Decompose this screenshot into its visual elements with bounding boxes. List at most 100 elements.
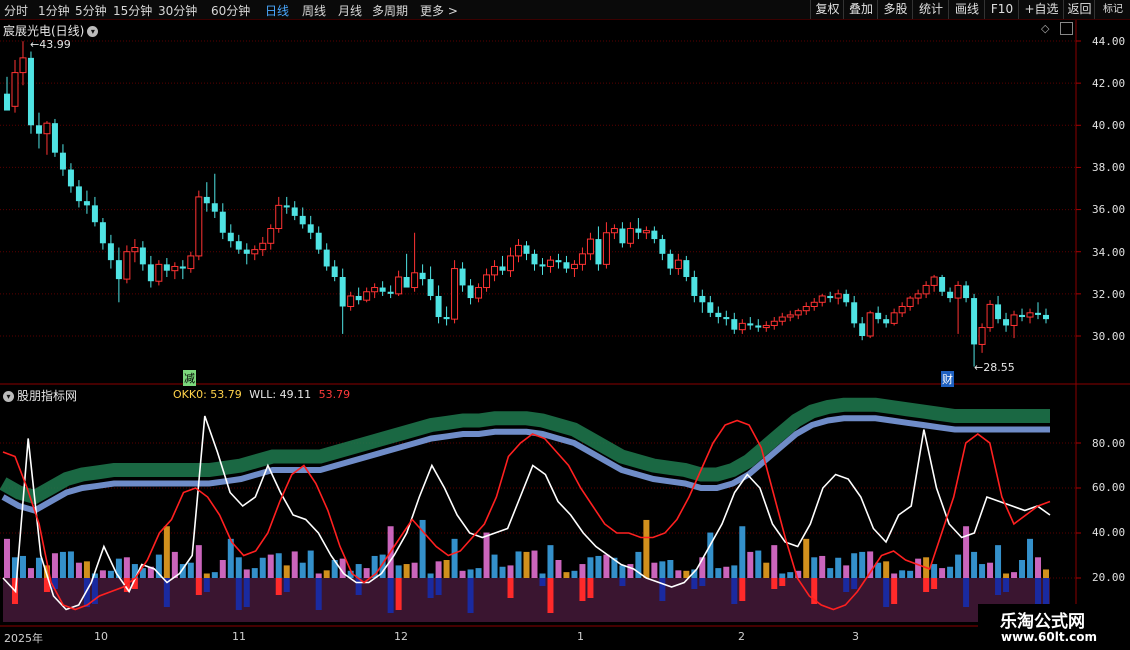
indicator-bar — [651, 562, 658, 578]
x-axis-label: 2 — [738, 630, 745, 643]
indicator-bar — [963, 526, 970, 578]
candle-body — [898, 306, 906, 314]
candle-body — [11, 72, 19, 107]
indicator-bar — [811, 557, 818, 578]
candle-body — [1010, 314, 1018, 326]
candle-body — [91, 205, 98, 223]
candle-body — [403, 277, 410, 288]
candle-body — [163, 264, 170, 271]
candle-body — [83, 201, 90, 206]
indicator-bar — [763, 562, 770, 578]
candle-body — [866, 312, 874, 337]
signal-bar — [243, 578, 250, 607]
okk-value: OKK0: 53.79 — [173, 388, 242, 401]
indicator-bar — [603, 554, 610, 578]
indicator-bar — [507, 565, 514, 578]
indicator-bar — [251, 568, 258, 578]
chart-canvas[interactable] — [0, 0, 1130, 650]
diamond-icon[interactable]: ◇ — [1041, 22, 1049, 35]
indicator-bar — [779, 573, 786, 578]
candle-body — [427, 279, 434, 296]
x-axis-label: 3 — [852, 630, 859, 643]
candle-body — [890, 312, 898, 324]
candle-body — [563, 262, 570, 269]
signal-bar — [579, 578, 586, 601]
indicator-bar — [475, 568, 482, 578]
candle-body — [195, 196, 203, 257]
indicator-bar — [739, 526, 746, 578]
candle-body — [802, 306, 810, 312]
candle-body — [35, 125, 42, 134]
indicator-title: ▾ 股朋指标网 — [3, 387, 77, 404]
indicator-bar — [835, 557, 842, 578]
indicator-bar — [931, 564, 938, 578]
signal-bar — [195, 578, 202, 595]
chevron-down-icon[interactable]: ▾ — [3, 391, 14, 402]
candle-body — [379, 287, 386, 292]
indicator-bar — [563, 572, 570, 578]
indicator-bar — [595, 555, 602, 578]
candle-body — [794, 310, 802, 316]
indicator-bar — [499, 566, 506, 578]
indicator-bar — [171, 551, 178, 578]
candle-body — [187, 255, 195, 270]
candle-body — [610, 228, 618, 234]
indicator-bar — [267, 554, 274, 578]
candle-body — [395, 276, 403, 295]
candle-body — [115, 260, 122, 280]
signal-bar — [507, 578, 514, 598]
candle-body — [986, 303, 994, 329]
indicator-bar — [787, 572, 794, 578]
candle-body — [778, 316, 786, 322]
candle-body — [747, 323, 754, 326]
candle-body — [963, 285, 970, 299]
layout-icon[interactable] — [1060, 22, 1073, 35]
indicator-bar — [307, 550, 314, 578]
candle-body — [786, 314, 794, 318]
candle-body — [947, 291, 954, 299]
finance-marker[interactable]: 财 — [941, 371, 954, 387]
candle-body — [723, 317, 730, 320]
signal-bar — [739, 578, 746, 601]
indicator-bar — [995, 545, 1002, 578]
candle-body — [683, 260, 690, 277]
indicator-bar — [1027, 538, 1034, 578]
candle-body — [691, 277, 698, 296]
indicator-bar — [467, 569, 474, 578]
candle-body — [419, 272, 426, 280]
candle-body — [642, 230, 650, 234]
indicator-ribbons — [0, 397, 1050, 514]
candle-body — [299, 215, 306, 225]
reduce-marker[interactable]: 减 — [183, 370, 196, 386]
candle-body — [75, 186, 82, 202]
candle-body — [363, 291, 371, 301]
chevron-down-icon[interactable]: ▾ — [87, 26, 99, 37]
indicator-bar — [283, 565, 290, 578]
candle-body — [291, 207, 298, 216]
candle-body — [834, 293, 842, 299]
signal-bar — [883, 578, 890, 607]
indicator-values: OKK0: 53.79 WLL: 49.11 53.79 — [173, 388, 350, 401]
candle-body — [971, 298, 978, 345]
signal-bar — [427, 578, 434, 598]
indicator-bar — [627, 564, 634, 578]
candle-body — [859, 323, 866, 336]
candle-body — [139, 247, 146, 265]
candle-body — [43, 122, 51, 135]
candle-body — [922, 284, 930, 295]
watermark-url: www.60lt.com — [1001, 630, 1098, 644]
candle-body — [674, 259, 682, 270]
candle-body — [19, 57, 27, 74]
indicator-bar — [659, 561, 666, 578]
signal-bar — [467, 578, 474, 613]
indicator-bar — [547, 545, 554, 578]
indicator-bar — [899, 570, 906, 578]
candle-body — [883, 319, 890, 324]
indicator-bar — [843, 565, 850, 578]
candle-body — [227, 232, 234, 242]
candle-body — [475, 287, 483, 299]
third-value: 53.79 — [318, 388, 351, 401]
high-price-annotation: ←43.99 — [30, 38, 71, 51]
indicator-bar — [19, 555, 26, 578]
indicator-bar — [715, 568, 722, 578]
